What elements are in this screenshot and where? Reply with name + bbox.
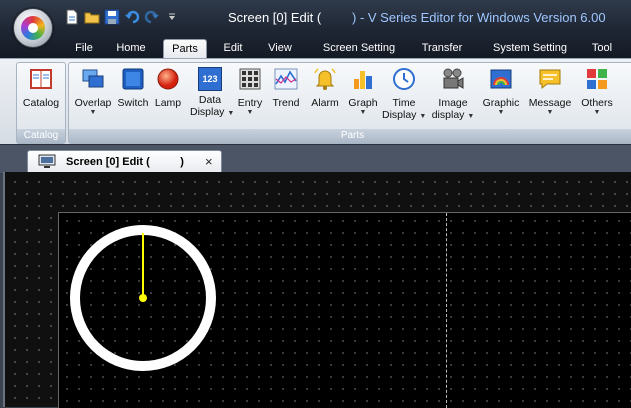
lamp-label: Lamp — [154, 97, 182, 109]
entry-icon — [239, 68, 261, 90]
others-label: Others — [581, 97, 613, 109]
graphic-icon — [490, 69, 512, 89]
chevron-down-icon: ▼ — [89, 109, 97, 116]
chevron-down-icon: ▼ — [246, 109, 254, 116]
close-icon[interactable]: × — [205, 154, 213, 169]
undo-icon[interactable] — [124, 9, 140, 25]
title-bar: Screen [0] Edit ( ) - V Series Editor fo… — [0, 0, 631, 36]
time-display-button[interactable]: Time Display ▼ — [382, 67, 426, 129]
chevron-down-icon: ▼ — [359, 109, 367, 116]
screen-boundary-line — [446, 213, 447, 408]
data-display-icon: 123 — [198, 67, 222, 91]
tab-parts[interactable]: Parts — [163, 39, 207, 59]
tab-system-setting[interactable]: System Setting — [484, 39, 576, 58]
data-display-label-2: Display ▼ — [190, 106, 235, 118]
parts-group-label: Parts — [69, 129, 631, 143]
data-display-label: Data — [198, 94, 222, 106]
alarm-label: Alarm — [311, 97, 339, 109]
trend-icon — [274, 68, 298, 90]
application-button[interactable] — [13, 8, 53, 48]
tab-screen-setting[interactable]: Screen Setting — [316, 39, 402, 58]
chevron-down-icon: ▼ — [497, 109, 505, 116]
message-label: Message — [528, 97, 572, 109]
tab-view[interactable]: View — [263, 39, 297, 58]
window-title: Screen [0] Edit ( — [228, 10, 322, 25]
ribbon-tab-bar: File Home Parts Edit View Screen Setting… — [0, 36, 631, 59]
tab-file[interactable]: File — [69, 39, 99, 58]
screen-area[interactable] — [58, 212, 631, 408]
time-display-label-2: Display ▼ — [382, 109, 427, 121]
customize-qat-icon[interactable] — [164, 9, 180, 25]
image-display-button[interactable]: Image display ▼ — [431, 67, 475, 129]
graphic-button[interactable]: Graphic ▼ — [478, 67, 524, 129]
overlap-button[interactable]: Overlap ▼ — [72, 67, 114, 129]
editor-canvas[interactable] — [3, 172, 631, 408]
tab-edit[interactable]: Edit — [218, 39, 248, 58]
window-title-version: ) - V Series Editor for Windows Version … — [352, 10, 606, 25]
chevron-down-icon: ▼ — [467, 113, 475, 120]
catalog-group: Catalog Catalog — [16, 62, 66, 144]
time-display-label: Time — [392, 97, 416, 109]
catalog-icon — [30, 69, 52, 89]
gauge-pivot — [139, 294, 147, 302]
image-display-label-2: display ▼ — [431, 109, 475, 121]
monitor-icon — [38, 154, 56, 168]
entry-label: Entry — [237, 97, 263, 109]
trend-label: Trend — [272, 97, 300, 109]
alarm-icon — [314, 68, 336, 90]
others-icon — [587, 69, 607, 89]
document-tab-title: Screen [0] Edit ( ) — [66, 156, 184, 168]
open-folder-icon[interactable] — [84, 9, 100, 25]
save-icon[interactable] — [104, 9, 120, 25]
new-file-icon[interactable] — [64, 9, 80, 25]
ribbon: Catalog Catalog Overlap ▼ Switch Lamp 12… — [0, 58, 631, 145]
overlap-label: Overlap — [74, 97, 112, 109]
app-logo-icon — [21, 16, 45, 40]
parts-group: Overlap ▼ Switch Lamp 123 Data Display ▼… — [68, 62, 631, 144]
quick-access-toolbar — [64, 9, 180, 27]
chevron-down-icon: ▼ — [593, 109, 601, 116]
switch-button[interactable]: Switch — [116, 67, 150, 129]
others-button[interactable]: Others ▼ — [577, 67, 617, 129]
alarm-button[interactable]: Alarm — [307, 67, 343, 129]
graphic-label: Graphic — [482, 97, 520, 109]
tab-home[interactable]: Home — [112, 39, 150, 58]
switch-icon — [122, 68, 144, 90]
catalog-label: Catalog — [22, 97, 60, 109]
image-display-label: Image — [438, 97, 468, 109]
graph-label: Graph — [348, 97, 378, 109]
tab-transfer[interactable]: Transfer — [414, 39, 470, 58]
graph-icon — [354, 71, 372, 89]
overlap-icon — [82, 69, 104, 88]
message-button[interactable]: Message ▼ — [526, 67, 574, 129]
lamp-button[interactable]: Lamp — [152, 67, 184, 129]
catalog-group-label: Catalog — [17, 129, 65, 143]
data-display-button[interactable]: 123 Data Display ▼ — [190, 67, 235, 129]
gauge-part[interactable] — [68, 223, 218, 373]
graph-button[interactable]: Graph ▼ — [345, 67, 381, 129]
switch-label: Switch — [117, 97, 149, 109]
redo-icon[interactable] — [144, 9, 160, 25]
document-tab[interactable]: Screen [0] Edit ( ) × — [27, 150, 222, 173]
tab-tool[interactable]: Tool — [586, 39, 618, 58]
chevron-down-icon: ▼ — [227, 110, 235, 117]
chevron-down-icon: ▼ — [546, 109, 554, 116]
time-display-icon — [393, 68, 415, 90]
message-icon — [539, 69, 561, 90]
lamp-icon — [157, 68, 179, 90]
entry-button[interactable]: Entry ▼ — [235, 67, 265, 129]
catalog-button[interactable]: Catalog — [19, 67, 63, 129]
image-display-icon — [443, 68, 464, 89]
chevron-down-icon: ▼ — [419, 113, 427, 120]
document-tab-bar: Screen [0] Edit ( ) × — [0, 144, 631, 173]
trend-button[interactable]: Trend — [269, 67, 303, 129]
